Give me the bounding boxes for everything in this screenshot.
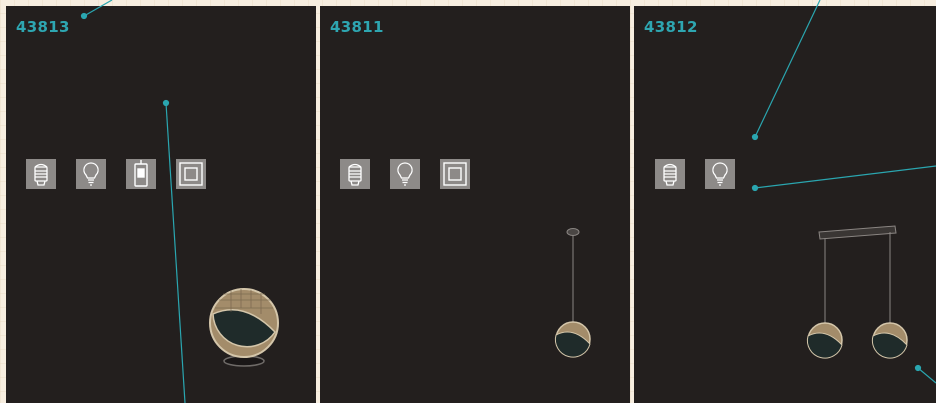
e27-bulb-base-icon	[655, 159, 685, 189]
light-bulb-icon	[390, 159, 420, 189]
switch-icon	[126, 159, 156, 189]
product-panel-43811: 43811	[320, 6, 630, 403]
single-pendant-lamp-image	[554, 228, 591, 358]
product-code: 43812	[644, 18, 698, 36]
product-code: 43811	[330, 18, 384, 36]
product-panel-43813: 43813	[6, 6, 316, 403]
round-table-lamp-image	[209, 288, 279, 367]
product-code: 43813	[16, 18, 70, 36]
e27-bulb-base-icon	[340, 159, 370, 189]
double-pendant-lamp-image	[806, 225, 908, 359]
square-frame-icon	[176, 159, 206, 189]
light-bulb-icon	[76, 159, 106, 189]
square-frame-icon	[440, 159, 470, 189]
light-bulb-icon	[705, 159, 735, 189]
product-panel-43812: 43812	[634, 6, 936, 403]
e27-bulb-base-icon	[26, 159, 56, 189]
